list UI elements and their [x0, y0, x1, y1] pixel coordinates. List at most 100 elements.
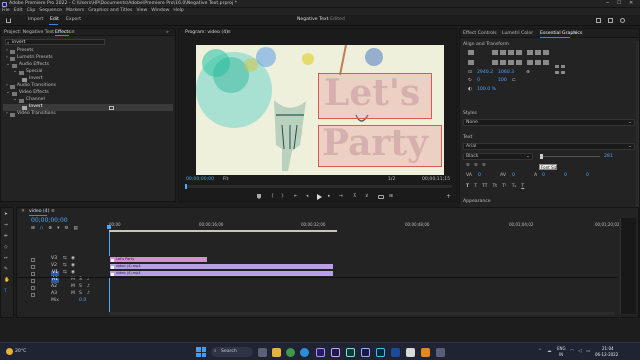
font-dropdown[interactable]: Arial ⌄	[463, 143, 635, 150]
menu-help[interactable]: Help	[173, 8, 183, 14]
slip-tool-icon[interactable]: ↔	[4, 256, 11, 263]
tab-lumetri-color[interactable]: Lumetri Color	[502, 31, 533, 37]
faux-italic-icon[interactable]: T	[474, 184, 477, 190]
fullscreen-icon[interactable]	[608, 18, 613, 23]
monitor-scrubber[interactable]	[185, 184, 452, 189]
tree-item-invert-video[interactable]: Invert	[3, 104, 173, 111]
text-align-left-icon[interactable]: ≡	[466, 163, 470, 169]
chevron-up-icon[interactable]: ⌃	[538, 349, 542, 355]
file-explorer-icon[interactable]	[272, 348, 281, 357]
clip-lets-party[interactable]: Let's Party	[109, 256, 208, 263]
subscript-icon[interactable]: T₁	[512, 184, 517, 190]
menu-markers[interactable]: Markers	[66, 8, 84, 14]
panel-menu-icon[interactable]: ≡	[71, 30, 75, 36]
vlc-icon[interactable]	[421, 348, 430, 357]
leading-value[interactable]: 0	[542, 173, 545, 179]
tree-item-lumetri-presets[interactable]: › Lumetri Presets	[3, 55, 173, 62]
tab-import[interactable]: Import	[28, 17, 43, 23]
track-header-a1[interactable]: A1 M S ♪	[17, 277, 107, 284]
time-ruler[interactable]: 00;00 00;00;16;00 00;00;32;00 00;00;48;0…	[107, 222, 619, 232]
mic-icon[interactable]: ♪	[87, 285, 90, 290]
tree-item-video-transitions[interactable]: › Video Transitions	[3, 111, 173, 118]
hand-tool-icon[interactable]: ✋	[4, 278, 11, 285]
solo-icon[interactable]: S	[79, 285, 82, 290]
menu-view[interactable]: View	[136, 8, 147, 14]
lock-icon[interactable]	[31, 257, 35, 262]
position-y-value[interactable]: 1060.3	[498, 70, 514, 76]
align-horizontal-center-frame-button[interactable]	[468, 60, 474, 65]
work-area-bar[interactable]	[109, 230, 337, 232]
menu-sequence[interactable]: Sequence	[39, 8, 62, 14]
step-back-icon[interactable]: ◂	[306, 194, 308, 200]
sync-lock-icon[interactable]: ⇆	[63, 257, 67, 262]
horizontal-scrollbar[interactable]	[109, 312, 614, 315]
app-icon[interactable]	[406, 348, 415, 357]
expand-panels-icon[interactable]: »	[166, 30, 169, 36]
minimize-button[interactable]: ─	[606, 1, 609, 6]
playhead-icon[interactable]	[107, 225, 111, 229]
panel-menu-icon[interactable]: ≡	[573, 31, 577, 37]
align-center-2-button[interactable]	[500, 60, 506, 65]
text-align-center-icon[interactable]: ≡	[474, 163, 478, 169]
button-editor-icon[interactable]: +	[446, 194, 451, 200]
align-left-2-button[interactable]	[492, 60, 498, 65]
linked-selection-icon[interactable]: ⊗	[48, 226, 52, 232]
lock-icon[interactable]	[31, 264, 35, 269]
font-size-slider-handle[interactable]	[540, 154, 543, 159]
task-view-icon[interactable]	[258, 348, 267, 357]
tab-export[interactable]: Export	[66, 17, 81, 23]
mute-icon[interactable]: M	[71, 292, 75, 297]
small-caps-icon[interactable]: Tt	[492, 184, 497, 190]
faux-bold-icon[interactable]: T	[466, 184, 469, 190]
panel-menu-icon[interactable]: ≡	[227, 30, 231, 36]
tree-item-special[interactable]: ⌄ Special	[3, 69, 173, 76]
playhead-icon[interactable]	[185, 184, 187, 189]
eye-icon[interactable]: ◉	[71, 271, 75, 276]
taskbar-search-field[interactable]: ⌕ Search	[211, 347, 253, 357]
export-frame-icon[interactable]	[378, 195, 384, 199]
mute-icon[interactable]: M	[71, 278, 75, 283]
tab-project[interactable]: Project: Negative Text	[4, 30, 54, 36]
media-encoder-icon[interactable]	[361, 348, 370, 357]
menu-edit[interactable]: Edit	[14, 8, 23, 14]
tree-item-invert-audio[interactable]: Invert	[3, 76, 173, 83]
menu-file[interactable]: File	[2, 8, 10, 14]
tab-edit[interactable]: Edit	[50, 17, 59, 23]
premiere-pro-icon[interactable]	[316, 348, 325, 357]
lock-icon[interactable]	[31, 292, 35, 297]
styles-dropdown[interactable]: None ⌄	[463, 119, 635, 126]
align-left-button[interactable]	[492, 50, 498, 55]
scale-value[interactable]: 100	[498, 78, 507, 84]
after-effects-icon[interactable]	[331, 348, 340, 357]
go-to-in-icon[interactable]: ⇤	[294, 194, 298, 200]
font-style-dropdown[interactable]: Black ⌄	[463, 153, 533, 160]
timeline-settings-icon[interactable]: ⚙	[64, 226, 68, 232]
kerning-value[interactable]: 0	[478, 173, 481, 179]
timeline-timecode[interactable]: 00;00;00;00	[31, 218, 68, 224]
tree-item-audio-effects[interactable]: ⌄ Audio Effects	[3, 62, 173, 69]
clock-time[interactable]: 21:04	[602, 347, 614, 351]
mix-value[interactable]: 0.0	[79, 299, 86, 304]
distribute-vertical-button[interactable]	[516, 60, 522, 65]
solo-icon[interactable]: S	[79, 278, 82, 283]
all-caps-icon[interactable]: TT	[482, 184, 488, 190]
font-size-slider[interactable]	[540, 156, 600, 157]
clip-video-v1[interactable]: video (4).mp4	[109, 270, 334, 277]
superscript-icon[interactable]: T¹	[502, 184, 507, 190]
underline-icon[interactable]: T	[521, 184, 524, 190]
tree-item-audio-transitions[interactable]: › Audio Transitions	[3, 83, 173, 90]
compare-view-icon[interactable]: ⊞	[389, 194, 393, 200]
type-tool-icon[interactable]: T	[4, 289, 11, 296]
start-button[interactable]	[196, 347, 206, 357]
mic-icon[interactable]: ♪	[87, 292, 90, 297]
align-middle-button[interactable]	[535, 50, 541, 55]
align-top-button[interactable]	[527, 50, 533, 55]
nest-icon[interactable]: ⊞	[31, 226, 35, 232]
word-icon[interactable]	[391, 348, 400, 357]
tab-effect-controls[interactable]: Effect Controls	[463, 31, 497, 37]
ripple-edit-tool-icon[interactable]: ⇹	[4, 234, 11, 241]
lock-scale-icon[interactable]: ⊏	[512, 78, 516, 84]
track-header-v2[interactable]: V2 ⇆ ◉	[17, 263, 107, 270]
align-horizontal-center-button[interactable]	[500, 50, 506, 55]
captions-icon[interactable]: ▤	[74, 226, 78, 232]
